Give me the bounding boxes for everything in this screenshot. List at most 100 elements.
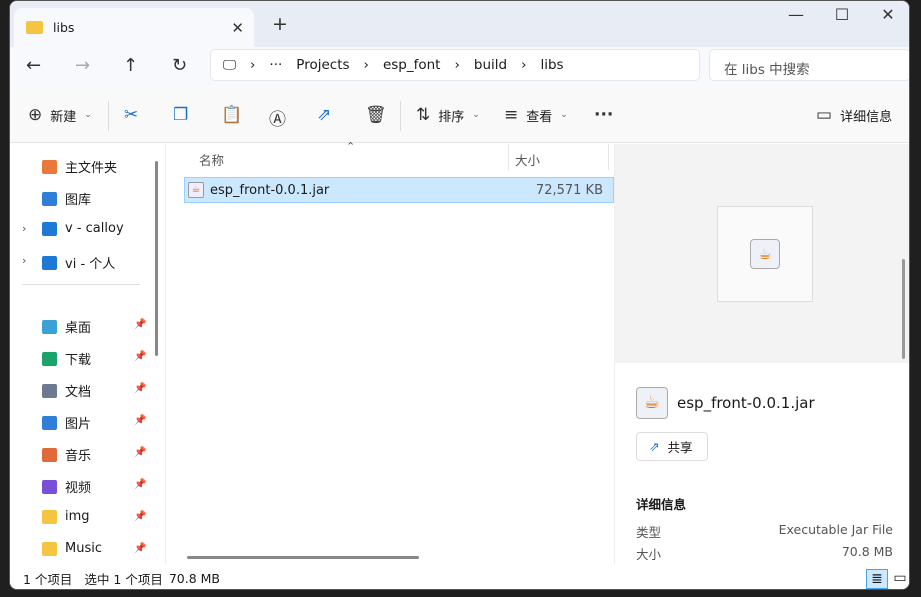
tab-close-button[interactable]: ✕ [231,19,244,37]
refresh-button[interactable]: ↻ [172,55,187,76]
jar-file-icon: ☕ [188,182,204,198]
column-divider [508,144,509,170]
divider [400,101,401,131]
rename-button[interactable]: Ⓐ [269,105,286,130]
sidebar-item-label: vi - 个人 [65,257,116,272]
share-label: 共享 [667,440,693,455]
pin-icon: 📌 [134,447,147,458]
sidebar-item-2[interactable]: v - calloy [42,221,152,236]
pin-icon: 📌 [134,383,147,394]
forward-button[interactable]: → [75,55,90,76]
plus-circle-icon: ⊕ [28,105,43,125]
sidebar-item-label: 图库 [65,193,92,208]
sidebar-item-label: 下载 [65,353,92,368]
minimize-button[interactable]: — [773,5,819,24]
maximize-button[interactable]: ☐ [819,5,865,24]
type-value: Executable Jar File [778,522,893,537]
share-icon: ⇗ [649,439,660,454]
jar-file-icon: ☕ [636,387,668,419]
sidebar-item-3[interactable]: vi - 个人 [42,253,152,272]
sort-ascending-icon: ⌃ [346,140,356,153]
column-header-name[interactable]: 名称 [199,150,224,169]
more-options-button[interactable]: ··· [594,105,613,125]
share-button[interactable]: ⇗ 共享 [636,432,708,461]
back-button[interactable]: ← [26,55,41,76]
folder-icon [42,541,57,556]
pin-icon: 📌 [134,415,147,426]
file-size: 72,571 KB [535,182,603,198]
file-thumbnail: ☕ [717,206,813,302]
file-row[interactable]: ☕ esp_front-0.0.1.jar 72,571 KB [184,177,614,203]
command-bar: ⊕ 新建 ⌄ ✂ ❐ 📋 Ⓐ ⇗ 🗑 ⇅ 排序 ⌄ ≡ 查看 ⌄ ··· ▭ 详细信息 [10,89,909,143]
search-input[interactable]: 在 libs 中搜索 [709,49,909,81]
close-window-button[interactable]: ✕ [865,5,909,24]
navigation-bar: ← → ↑ ↻ 🖵 › ··· Projects › esp_font › bu… [10,47,909,89]
paste-button[interactable]: 📋 [221,105,242,125]
sidebar-item-label: 视频 [65,481,92,496]
details-label: 详细信息 [840,109,893,125]
details-filename: esp_front-0.0.1.jar [677,394,815,412]
tab-libs[interactable]: libs ✕ [14,8,254,47]
details-pane-button[interactable]: ▭ 详细信息 [816,105,892,125]
gallery-icon [42,191,57,206]
chevron-right-icon: › [454,57,460,73]
details-section-title: 详细信息 [636,497,687,512]
up-button[interactable]: ↑ [123,55,138,76]
cut-button[interactable]: ✂ [124,105,138,125]
tab-title: libs [53,20,75,35]
folder-icon [26,21,43,34]
type-label: 类型 [636,525,662,540]
sidebar-item-1[interactable]: 图库 [42,189,152,208]
sidebar-item-0[interactable]: 主文件夹 [42,157,152,176]
details-view-button[interactable]: ≣ [866,569,888,589]
pictures-icon [42,415,57,430]
cloud-icon [42,255,57,270]
title-bar: libs ✕ + — ☐ ✕ [10,1,909,47]
expand-chevron-icon[interactable]: › [22,254,26,267]
address-bar[interactable]: 🖵 › ··· Projects › esp_font › build › li… [210,49,700,81]
status-bar: 1 个项目 选中 1 个项目 70.8 MB [10,566,909,589]
sidebar-scrollbar[interactable] [155,161,158,356]
breadcrumb-build[interactable]: build [474,57,507,73]
pin-icon: 📌 [134,319,147,330]
breadcrumb-libs[interactable]: libs [540,57,563,73]
navigation-pane: 主文件夹 图库 › v - calloy › vi - 个人 桌面 📌 下载 📌 文档 📌 图片 📌 音乐 📌… [10,144,160,564]
chevron-right-icon: › [521,57,527,73]
chevron-down-icon: ⌄ [560,110,568,120]
copy-button[interactable]: ❐ [173,105,188,125]
pin-icon: 📌 [134,511,147,522]
view-button[interactable]: ≡ 查看 ⌄ [504,105,568,125]
breadcrumb-esp-font[interactable]: esp_font [383,57,441,73]
video-icon [42,479,57,494]
column-header-size[interactable]: 大小 [515,150,540,169]
breadcrumb-more[interactable]: ··· [269,57,282,73]
sidebar-item-label: 主文件夹 [65,161,118,176]
share-button[interactable]: ⇗ [317,105,331,125]
new-tab-button[interactable]: + [272,13,288,35]
file-name: esp_front-0.0.1.jar [210,182,330,198]
preview-area: ☕ [615,144,909,363]
expand-chevron-icon[interactable]: › [22,222,26,235]
horizontal-scrollbar[interactable] [187,556,419,559]
details-pane-icon: ▭ [816,105,833,125]
tiles-view-button[interactable]: ▭ [889,569,909,589]
delete-button[interactable]: 🗑 [365,105,387,125]
view-icon: ≡ [504,105,519,125]
download-icon [42,351,57,366]
sidebar-item-label: 音乐 [65,449,92,464]
selected-count: 选中 1 个项目 [84,572,163,587]
size-value: 70.8 MB [841,544,893,559]
pin-icon: 📌 [134,479,147,490]
sort-button[interactable]: ⇅ 排序 ⌄ [416,105,480,125]
breadcrumb-projects[interactable]: Projects [296,57,349,73]
music-icon [42,447,57,462]
document-icon [42,383,57,398]
chevron-down-icon: ⌄ [84,110,92,120]
divider [108,101,109,131]
file-list: 名称 ⌃ 大小 ☕ esp_front-0.0.1.jar 72,571 KB [165,140,614,564]
new-button[interactable]: ⊕ 新建 ⌄ [28,105,92,125]
divider [22,284,140,285]
pin-icon: 📌 [134,351,147,362]
details-scrollbar[interactable] [902,259,905,359]
chevron-right-icon: › [250,57,256,73]
